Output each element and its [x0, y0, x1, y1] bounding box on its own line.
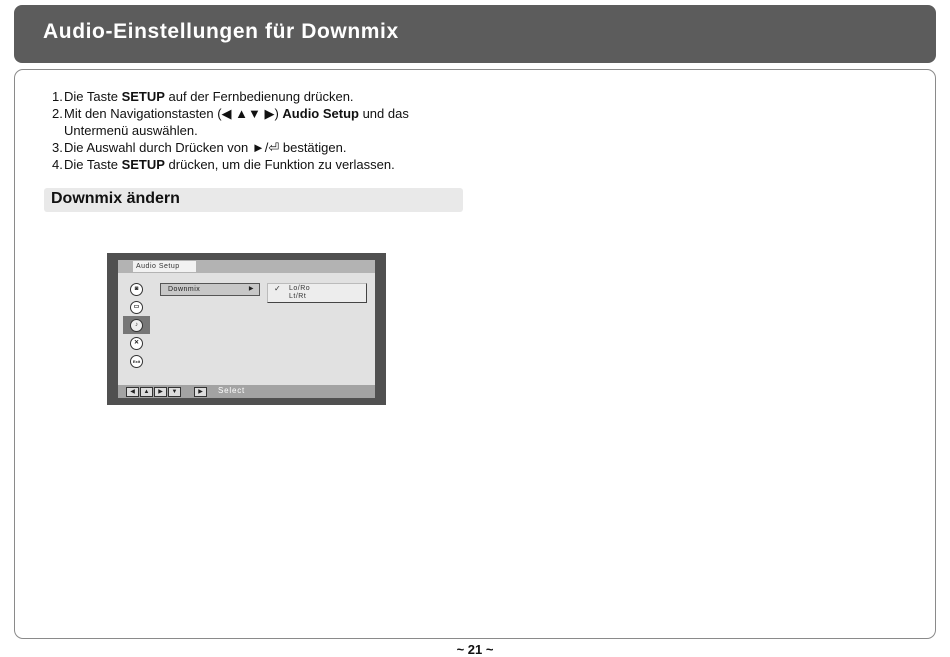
page-title: Audio-Einstellungen für Downmix: [43, 20, 399, 43]
title-bar: Audio-Einstellungen für Downmix: [14, 5, 936, 63]
section-heading-bar: Downmix ändern: [44, 188, 463, 212]
step-text: Die Auswahl durch Drücken von ►/⏎ bestät…: [64, 140, 347, 155]
osd-footer-label: Select: [218, 386, 246, 395]
osd-screenshot: Audio Setup ◙ ▭ ♪ ✕ Exit Downmix ▶ ✓ Lo/…: [107, 253, 386, 405]
down-key-icon: ▼: [168, 387, 181, 397]
step-number: 1.: [52, 89, 63, 104]
tools-icon: ✕: [123, 334, 150, 352]
exit-icon: Exit: [123, 352, 150, 370]
osd-tab-audio-setup: Audio Setup: [133, 261, 196, 272]
monitor-icon: ▭: [123, 298, 150, 316]
step-2: 2. Mit den Navigationstasten (◀ ▲▼ ▶) Au…: [52, 105, 449, 139]
up-key-icon: ▲: [140, 387, 153, 397]
instruction-list: 1. Die Taste SETUP auf der Fernbedienung…: [52, 88, 449, 173]
step-text: Mit den Navigationstasten (◀ ▲▼ ▶) Audio…: [64, 106, 409, 138]
step-number: 2.: [52, 106, 63, 121]
osd-panel: ◙ ▭ ♪ ✕ Exit Downmix ▶ ✓ Lo/Ro Lt/Rt: [118, 273, 375, 385]
step-4: 4. Die Taste SETUP drücken, um die Funkt…: [52, 156, 449, 173]
step-text: Die Taste SETUP auf der Fernbedienung dr…: [64, 89, 354, 104]
play-key-icon: ▶: [194, 387, 207, 397]
step-3: 3. Die Auswahl durch Drücken von ►/⏎ bes…: [52, 139, 449, 156]
osd-menu-item-downmix: Downmix ▶: [160, 283, 260, 296]
osd-submenu: ✓ Lo/Ro Lt/Rt: [267, 283, 367, 303]
arrow-right-icon: ▶: [248, 286, 254, 292]
left-key-icon: ◀: [126, 387, 139, 397]
osd-footer: ◀ ▲ ▶ ▼ ▶ Select: [118, 385, 375, 398]
osd-option-lt-rt: Lt/Rt: [289, 293, 307, 300]
section-heading: Downmix ändern: [51, 190, 180, 207]
right-key-icon: ▶: [154, 387, 167, 397]
osd-icon-column: ◙ ▭ ♪ ✕ Exit: [123, 280, 150, 370]
osd-header: Audio Setup: [118, 260, 375, 273]
step-number: 4.: [52, 157, 63, 172]
step-number: 3.: [52, 140, 63, 155]
step-1: 1. Die Taste SETUP auf der Fernbedienung…: [52, 88, 449, 105]
osd-option-lo-ro: Lo/Ro: [289, 285, 311, 292]
speaker-icon: ◙: [123, 280, 150, 298]
step-text: Die Taste SETUP drücken, um die Funktion…: [64, 157, 395, 172]
page-number: ~ 21 ~: [456, 642, 494, 657]
check-icon: ✓: [274, 284, 282, 293]
audio-icon: ♪: [123, 316, 150, 334]
